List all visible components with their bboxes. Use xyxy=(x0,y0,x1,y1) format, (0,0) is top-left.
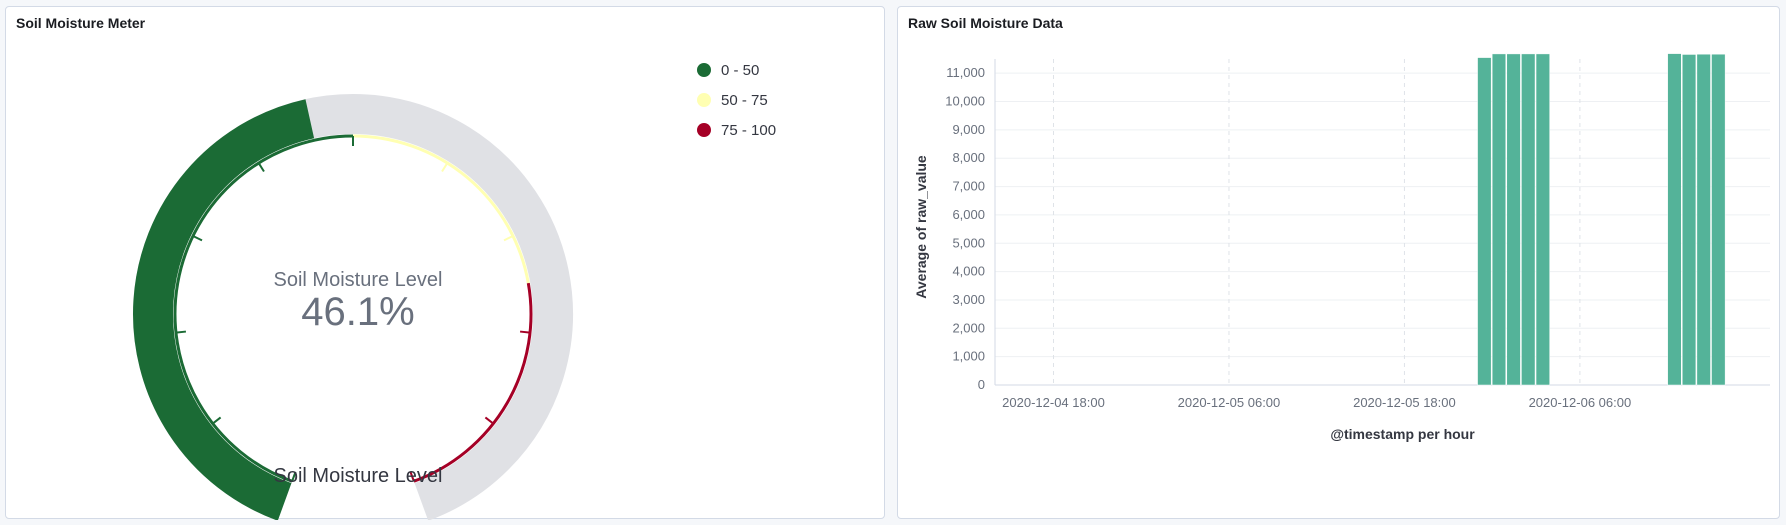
bar[interactable] xyxy=(1521,53,1536,386)
bar[interactable] xyxy=(1491,53,1507,386)
y-tick-label: 9,000 xyxy=(952,122,985,137)
gauge-legend: 0 - 50 50 - 75 75 - 100 xyxy=(697,55,776,145)
bar[interactable] xyxy=(1535,53,1550,386)
x-tick-label: 2020-12-04 18:00 xyxy=(1002,395,1105,410)
y-tick-label: 1,000 xyxy=(952,349,985,364)
legend-label: 0 - 50 xyxy=(721,61,760,79)
bar[interactable] xyxy=(1506,53,1521,386)
legend-label: 50 - 75 xyxy=(721,91,768,109)
gauge-tick xyxy=(257,162,265,173)
gauge-tick xyxy=(175,330,187,334)
bar[interactable] xyxy=(1477,57,1492,386)
bar-chart: 0 1,000 2,000 3,000 4,000 5,000 6,000 7,000 8,00… xyxy=(913,53,1770,442)
x-tick-label: 2020-12-05 18:00 xyxy=(1353,395,1456,410)
y-axis-title: Average of raw_value xyxy=(913,155,929,299)
legend-color-dot xyxy=(697,123,711,137)
bar[interactable] xyxy=(1682,54,1697,386)
y-tick-label: 3,000 xyxy=(952,292,985,307)
x-axis-title: @timestamp per hour xyxy=(1330,426,1475,442)
y-tick-label: 6,000 xyxy=(952,207,985,222)
gauge-tick xyxy=(519,330,531,334)
x-tick-label: 2020-12-05 06:00 xyxy=(1178,395,1281,410)
y-tick-label: 0 xyxy=(978,377,985,392)
y-tick-label: 4,000 xyxy=(952,264,985,279)
gauge-tick xyxy=(441,162,449,173)
legend-item-0-50[interactable]: 0 - 50 xyxy=(697,55,776,85)
y-tick-label: 7,000 xyxy=(952,179,985,194)
gauge-bottom-label: Soil Moisture Level xyxy=(273,465,443,487)
bar[interactable] xyxy=(1711,53,1726,386)
legend-color-dot xyxy=(697,63,711,77)
y-tick-label: 8,000 xyxy=(952,150,985,165)
gauge-tick xyxy=(484,416,494,425)
y-tick-label: 2,000 xyxy=(952,320,985,335)
bar[interactable] xyxy=(1696,53,1711,386)
y-tick-label: 5,000 xyxy=(952,235,985,250)
legend-color-dot xyxy=(697,93,711,107)
bar[interactable] xyxy=(1667,53,1682,386)
gauge-tick xyxy=(192,235,203,242)
soil-moisture-meter-panel: Soil Moisture Meter Soil Moisture Level … xyxy=(5,6,885,520)
x-tick-label: 2020-12-06 06:00 xyxy=(1529,395,1632,410)
y-tick-label: 10,000 xyxy=(945,94,985,109)
raw-soil-moisture-panel: Raw Soil Moisture Data 0 1,000 2,000 3,000 4… xyxy=(897,6,1780,519)
y-tick-label: 11,000 xyxy=(946,65,985,80)
gauge-center-label: Soil Moisture Level xyxy=(273,269,443,291)
legend-label: 75 - 100 xyxy=(721,121,777,139)
gauge-tick xyxy=(503,235,514,242)
gauge-value: 46.1% xyxy=(301,290,415,334)
gauge-tick xyxy=(212,416,222,425)
legend-item-50-75[interactable]: 50 - 75 xyxy=(697,85,776,115)
legend-item-75-100[interactable]: 75 - 100 xyxy=(697,115,776,145)
